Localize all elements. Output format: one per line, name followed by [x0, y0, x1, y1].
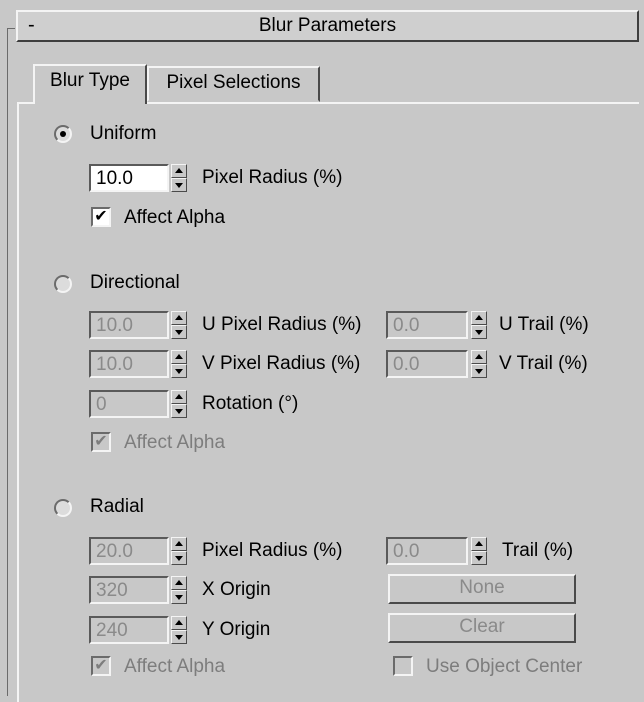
rotation-label: Rotation (°): [202, 393, 299, 414]
radial-radio[interactable]: [54, 499, 72, 517]
rollout-outline-top: [7, 28, 15, 29]
radial-pixel-radius-label: Pixel Radius (%): [202, 540, 343, 561]
v-trail-spinner[interactable]: [471, 350, 487, 378]
rotation-spinner[interactable]: [171, 390, 187, 418]
spinner-down-icon[interactable]: [171, 178, 187, 192]
directional-affect-alpha-checkbox[interactable]: ✔: [91, 432, 111, 452]
uniform-pixel-radius-field[interactable]: 10.0: [89, 164, 169, 192]
spinner-down-icon[interactable]: [471, 325, 487, 339]
directional-label: Directional: [90, 272, 180, 293]
radial-affect-alpha-label: Affect Alpha: [124, 656, 226, 677]
uniform-affect-alpha-label: Affect Alpha: [124, 207, 226, 228]
clear-button[interactable]: Clear: [388, 613, 576, 643]
radial-label: Radial: [90, 496, 144, 517]
spinner-down-icon[interactable]: [171, 364, 187, 378]
v-pixel-radius-spinner[interactable]: [171, 350, 187, 378]
x-origin-spinner[interactable]: [171, 576, 187, 604]
rollout-title: Blur Parameters: [258, 15, 397, 36]
spinner-up-icon[interactable]: [171, 164, 187, 178]
spinner-up-icon[interactable]: [171, 616, 187, 630]
spinner-down-icon[interactable]: [471, 551, 487, 565]
directional-radio[interactable]: [54, 275, 72, 293]
v-pixel-radius-label: V Pixel Radius (%): [202, 353, 361, 374]
spinner-up-icon[interactable]: [471, 311, 487, 325]
u-pixel-radius-field[interactable]: 10.0: [89, 311, 169, 339]
radial-pixel-radius-field[interactable]: 20.0: [89, 537, 169, 565]
uniform-pixel-radius-spinner[interactable]: [171, 164, 187, 192]
y-origin-field[interactable]: 240: [89, 616, 169, 644]
tab-pixel-selections[interactable]: Pixel Selections: [147, 66, 320, 102]
u-pixel-radius-spinner[interactable]: [171, 311, 187, 339]
none-button[interactable]: None: [388, 574, 576, 604]
uniform-pixel-radius-label: Pixel Radius (%): [202, 167, 343, 188]
radial-pixel-radius-spinner[interactable]: [171, 537, 187, 565]
y-origin-spinner[interactable]: [171, 616, 187, 644]
rotation-field[interactable]: 0: [89, 390, 169, 418]
rollout-header[interactable]: - Blur Parameters: [16, 10, 639, 42]
spinner-up-icon[interactable]: [171, 390, 187, 404]
x-origin-field[interactable]: 320: [89, 576, 169, 604]
uniform-affect-alpha-checkbox[interactable]: ✔: [91, 207, 111, 227]
spinner-up-icon[interactable]: [471, 537, 487, 551]
radial-trail-field[interactable]: 0.0: [386, 537, 468, 565]
radial-affect-alpha-checkbox[interactable]: ✔: [91, 656, 111, 676]
spinner-up-icon[interactable]: [171, 576, 187, 590]
spinner-up-icon[interactable]: [471, 350, 487, 364]
spinner-up-icon[interactable]: [171, 537, 187, 551]
u-pixel-radius-label: U Pixel Radius (%): [202, 314, 362, 335]
v-trail-field[interactable]: 0.0: [386, 350, 468, 378]
v-pixel-radius-field[interactable]: 10.0: [89, 350, 169, 378]
spinner-down-icon[interactable]: [171, 404, 187, 418]
uniform-radio[interactable]: [54, 125, 72, 143]
radial-trail-label: Trail (%): [502, 540, 574, 561]
y-origin-label: Y Origin: [202, 619, 271, 640]
spinner-down-icon[interactable]: [171, 325, 187, 339]
tab-blur-type[interactable]: Blur Type: [33, 64, 147, 104]
spinner-up-icon[interactable]: [171, 311, 187, 325]
x-origin-label: X Origin: [202, 579, 271, 600]
rollout-outline: [7, 28, 8, 696]
use-object-center-label: Use Object Center: [426, 656, 583, 677]
u-trail-label: U Trail (%): [499, 314, 589, 335]
spinner-down-icon[interactable]: [171, 590, 187, 604]
u-trail-field[interactable]: 0.0: [386, 311, 468, 339]
uniform-label: Uniform: [90, 123, 157, 144]
directional-affect-alpha-label: Affect Alpha: [124, 432, 226, 453]
use-object-center-checkbox[interactable]: [393, 656, 413, 676]
radio-dot-icon: [60, 131, 66, 137]
spinner-down-icon[interactable]: [171, 551, 187, 565]
spinner-down-icon[interactable]: [471, 364, 487, 378]
radial-trail-spinner[interactable]: [471, 537, 487, 565]
spinner-down-icon[interactable]: [171, 630, 187, 644]
v-trail-label: V Trail (%): [499, 353, 588, 374]
spinner-up-icon[interactable]: [171, 350, 187, 364]
u-trail-spinner[interactable]: [471, 311, 487, 339]
